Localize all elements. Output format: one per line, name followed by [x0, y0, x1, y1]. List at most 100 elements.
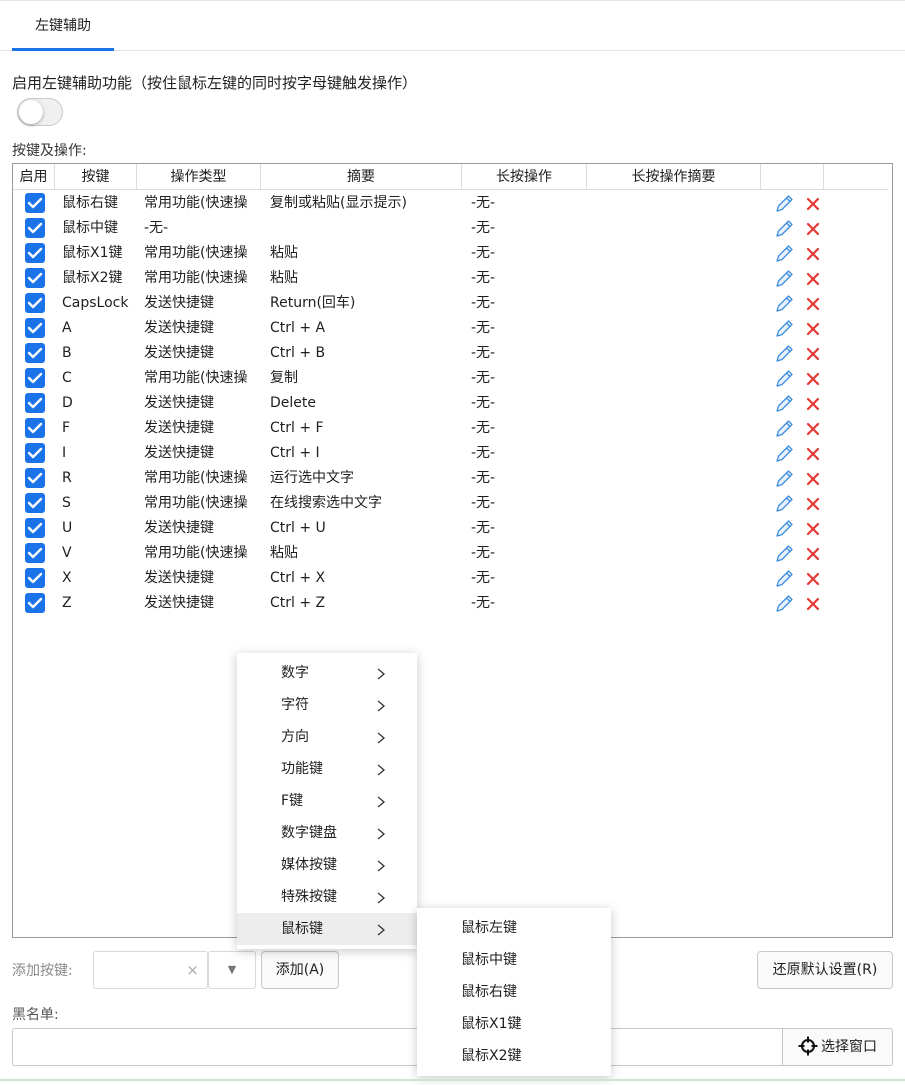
pencil-icon[interactable]: [773, 218, 795, 240]
menu-item[interactable]: 功能键: [237, 753, 417, 785]
close-icon[interactable]: [803, 394, 823, 414]
table-row[interactable]: CapsLock 发送快捷键 Return(回车) -无-: [13, 291, 888, 316]
enabled-checkbox[interactable]: [25, 368, 45, 388]
table-row[interactable]: C 常用功能(快速操 复制 -无-: [13, 366, 888, 391]
pencil-icon[interactable]: [773, 368, 795, 390]
table-row[interactable]: 鼠标X1键 常用功能(快速操 粘贴 -无-: [13, 241, 888, 266]
clear-icon[interactable]: ×: [186, 961, 199, 979]
feature-toggle-switch[interactable]: [17, 98, 63, 126]
table-row[interactable]: 鼠标X2键 常用功能(快速操 粘贴 -无-: [13, 266, 888, 291]
pencil-icon[interactable]: [773, 193, 795, 215]
table-row[interactable]: U 发送快捷键 Ctrl + U -无-: [13, 516, 888, 541]
pencil-icon[interactable]: [773, 568, 795, 590]
cell-action-type: 发送快捷键: [144, 520, 214, 536]
add-key-dropdown-button[interactable]: ▼: [208, 951, 256, 989]
enabled-checkbox[interactable]: [25, 468, 45, 488]
tab-left-key-assist[interactable]: 左键辅助: [12, 1, 114, 51]
submenu-item[interactable]: 鼠标中键: [417, 944, 611, 976]
table-row[interactable]: B 发送快捷键 Ctrl + B -无-: [13, 341, 888, 366]
table-row[interactable]: R 常用功能(快速操 运行选中文字 -无-: [13, 466, 888, 491]
table-row[interactable]: F 发送快捷键 Ctrl + F -无-: [13, 416, 888, 441]
enabled-checkbox[interactable]: [25, 193, 45, 213]
menu-item-label: 鼠标键: [281, 921, 323, 937]
close-icon[interactable]: [803, 344, 823, 364]
table-row[interactable]: Z 发送快捷键 Ctrl + Z -无-: [13, 591, 888, 616]
enabled-checkbox[interactable]: [25, 443, 45, 463]
pencil-icon[interactable]: [773, 393, 795, 415]
close-icon[interactable]: [803, 519, 823, 539]
pencil-icon[interactable]: [773, 593, 795, 615]
pencil-icon[interactable]: [773, 468, 795, 490]
menu-item[interactable]: 鼠标键: [237, 913, 417, 945]
enabled-checkbox[interactable]: [25, 543, 45, 563]
menu-item[interactable]: 方向: [237, 721, 417, 753]
close-icon[interactable]: [803, 594, 823, 614]
pencil-icon[interactable]: [773, 543, 795, 565]
table-row[interactable]: 鼠标中键 -无- -无-: [13, 216, 888, 241]
enabled-checkbox[interactable]: [25, 493, 45, 513]
enabled-checkbox[interactable]: [25, 268, 45, 288]
close-icon[interactable]: [803, 544, 823, 564]
enabled-checkbox[interactable]: [25, 318, 45, 338]
menu-item[interactable]: 特殊按键: [237, 881, 417, 913]
enabled-checkbox[interactable]: [25, 518, 45, 538]
pencil-icon[interactable]: [773, 268, 795, 290]
close-icon[interactable]: [803, 569, 823, 589]
pick-window-button[interactable]: 选择窗口: [782, 1028, 893, 1066]
enabled-checkbox[interactable]: [25, 418, 45, 438]
close-icon[interactable]: [803, 419, 823, 439]
menu-item[interactable]: 数字: [237, 657, 417, 689]
menu-item[interactable]: 媒体按键: [237, 849, 417, 881]
enabled-checkbox[interactable]: [25, 243, 45, 263]
header-long-press-summary[interactable]: 长按操作摘要: [587, 164, 761, 190]
submenu-item[interactable]: 鼠标X2键: [417, 1040, 611, 1072]
enabled-checkbox[interactable]: [25, 218, 45, 238]
pencil-icon[interactable]: [773, 443, 795, 465]
blacklist-input[interactable]: [12, 1028, 783, 1066]
header-action-type[interactable]: 操作类型: [137, 164, 261, 190]
pencil-icon[interactable]: [773, 243, 795, 265]
add-button[interactable]: 添加(A): [261, 951, 339, 989]
pencil-icon[interactable]: [773, 518, 795, 540]
submenu-item[interactable]: 鼠标左键: [417, 912, 611, 944]
table-row[interactable]: D 发送快捷键 Delete -无-: [13, 391, 888, 416]
table-row[interactable]: V 常用功能(快速操 粘贴 -无-: [13, 541, 888, 566]
submenu-item[interactable]: 鼠标右键: [417, 976, 611, 1008]
menu-item[interactable]: 字符: [237, 689, 417, 721]
pencil-icon[interactable]: [773, 318, 795, 340]
menu-item[interactable]: 数字键盘: [237, 817, 417, 849]
table-row[interactable]: 鼠标右键 常用功能(快速操 复制或粘贴(显示提示) -无-: [13, 191, 888, 216]
submenu-item[interactable]: 鼠标X1键: [417, 1008, 611, 1040]
reset-defaults-button[interactable]: 还原默认设置(R): [757, 951, 893, 989]
add-key-input[interactable]: ×: [93, 951, 208, 989]
close-icon[interactable]: [803, 319, 823, 339]
pencil-icon[interactable]: [773, 343, 795, 365]
header-summary[interactable]: 摘要: [261, 164, 462, 190]
enabled-checkbox[interactable]: [25, 293, 45, 313]
close-icon[interactable]: [803, 369, 823, 389]
table-row[interactable]: X 发送快捷键 Ctrl + X -无-: [13, 566, 888, 591]
close-icon[interactable]: [803, 269, 823, 289]
menu-item[interactable]: F键: [237, 785, 417, 817]
close-icon[interactable]: [803, 469, 823, 489]
pencil-icon[interactable]: [773, 493, 795, 515]
cell-action-type: 发送快捷键: [144, 570, 214, 586]
close-icon[interactable]: [803, 244, 823, 264]
close-icon[interactable]: [803, 494, 823, 514]
header-long-press[interactable]: 长按操作: [462, 164, 587, 190]
close-icon[interactable]: [803, 294, 823, 314]
header-key[interactable]: 按键: [55, 164, 137, 190]
close-icon[interactable]: [803, 194, 823, 214]
enabled-checkbox[interactable]: [25, 568, 45, 588]
enabled-checkbox[interactable]: [25, 393, 45, 413]
pencil-icon[interactable]: [773, 293, 795, 315]
pencil-icon[interactable]: [773, 418, 795, 440]
table-row[interactable]: I 发送快捷键 Ctrl + I -无-: [13, 441, 888, 466]
enabled-checkbox[interactable]: [25, 343, 45, 363]
table-row[interactable]: S 常用功能(快速操 在线搜索选中文字 -无-: [13, 491, 888, 516]
enabled-checkbox[interactable]: [25, 593, 45, 613]
close-icon[interactable]: [803, 444, 823, 464]
close-icon[interactable]: [803, 219, 823, 239]
header-enabled[interactable]: 启用: [13, 164, 55, 190]
table-row[interactable]: A 发送快捷键 Ctrl + A -无-: [13, 316, 888, 341]
